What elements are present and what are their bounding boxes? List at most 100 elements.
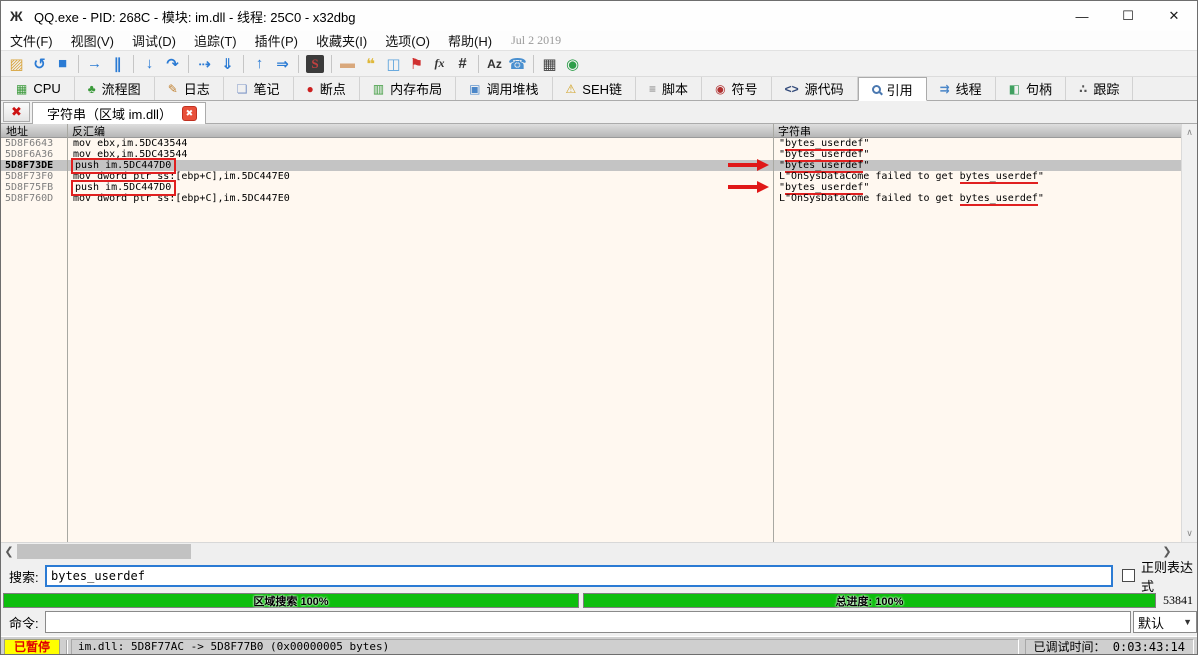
globe-icon[interactable]: ◉ xyxy=(561,53,584,75)
table-row[interactable]: 5D8F73F0 mov dword ptr ss:[ebp+C],im.5DC… xyxy=(1,171,1181,182)
graph-icon: ♣ xyxy=(88,82,96,96)
string-search-icon[interactable]: Az xyxy=(483,53,506,75)
search-label: 搜索: xyxy=(9,560,39,592)
tab-call-stack[interactable]: ▣调用堆栈 xyxy=(456,77,552,100)
scroll-down-icon[interactable]: ∨ xyxy=(1186,525,1193,542)
tab-cpu[interactable]: ▦ CPU xyxy=(3,77,75,100)
run-to-user-code-icon[interactable]: ⇒ xyxy=(271,53,294,75)
command-input[interactable] xyxy=(45,611,1131,633)
restart-icon[interactable]: ↺ xyxy=(28,53,51,75)
search-input[interactable] xyxy=(45,565,1113,587)
hash-icon[interactable]: # xyxy=(451,53,474,75)
execute-till-return-icon[interactable]: ⇓ xyxy=(216,53,239,75)
cell-address: 5D8F73F0 xyxy=(1,171,67,182)
column-header-string[interactable]: 字符串 xyxy=(773,124,1181,137)
table-row[interactable]: 5D8F75FB push im.5DC447D0 "bytes_userdef… xyxy=(1,182,1181,193)
tab-script[interactable]: ≡脚本 xyxy=(636,77,702,100)
minimize-button[interactable]: — xyxy=(1059,1,1105,31)
close-button[interactable]: ✕ xyxy=(1151,1,1197,31)
calculator-icon[interactable]: ▦ xyxy=(538,53,561,75)
memory-icon: ▥ xyxy=(373,82,384,96)
menu-favourites[interactable]: 收藏夹(I) xyxy=(307,31,376,50)
regex-label[interactable]: 正则表达式 xyxy=(1141,560,1197,592)
tab-handles[interactable]: ◧句柄 xyxy=(996,77,1066,100)
string-references-panel: 地址 反汇编 字符串 5D8F6643 mov ebx,im.5DC43544 … xyxy=(1,124,1197,542)
tab-breakpoints[interactable]: ●断点 xyxy=(294,77,360,100)
command-profile-dropdown[interactable]: 默认 ▼ xyxy=(1133,611,1197,633)
cpu-icon: ▦ xyxy=(16,82,27,96)
horizontal-scrollbar[interactable]: ❮ ❯ xyxy=(1,542,1197,560)
tab-label: 线程 xyxy=(956,79,982,98)
cell-string: L"OnSysDataCome failed to get bytes_user… xyxy=(773,193,1181,204)
column-header-disassembly[interactable]: 反汇编 xyxy=(67,124,773,137)
stop-icon[interactable]: ■ xyxy=(51,53,74,75)
command-row: 命令: 默认 ▼ xyxy=(1,609,1197,636)
tab-label: 句柄 xyxy=(1026,79,1052,98)
table-header: 地址 反汇编 字符串 xyxy=(1,124,1181,138)
column-header-address[interactable]: 地址 xyxy=(1,124,67,137)
tab-label: 日志 xyxy=(184,79,210,98)
close-all-tabs-button[interactable]: ✖ xyxy=(3,102,30,122)
menu-options[interactable]: 选项(O) xyxy=(376,31,439,50)
tab-label: SEH链 xyxy=(582,79,622,98)
comment-icon[interactable]: ❝ xyxy=(359,53,382,75)
patch-icon[interactable]: ▬ xyxy=(336,53,359,75)
step-into-icon[interactable]: ↓ xyxy=(138,53,161,75)
annotation-arrow xyxy=(728,160,769,170)
doc-tab-strings[interactable]: 字符串（区域 im.dll） ✖ xyxy=(32,102,206,124)
bug-icon: Ж xyxy=(10,8,26,24)
run-to-cursor-icon[interactable]: ⇢ xyxy=(193,53,216,75)
tab-memory-map[interactable]: ▥ 内存布局 xyxy=(360,77,456,100)
tab-references[interactable]: 引用 xyxy=(858,77,927,101)
label-icon[interactable]: ◫ xyxy=(382,53,405,75)
tab-source[interactable]: <>源代码 xyxy=(772,77,858,100)
seh-chain-icon: ⚠ xyxy=(566,82,577,96)
step-out-icon[interactable]: ↑ xyxy=(248,53,271,75)
scroll-left-icon[interactable]: ❮ xyxy=(1,543,17,560)
table-row-selected[interactable]: 5D8F73DE push im.5DC447D0 "bytes_userdef… xyxy=(1,160,1181,171)
menu-debug[interactable]: 调试(D) xyxy=(123,31,185,50)
open-file-icon[interactable]: ▨ xyxy=(5,53,28,75)
toolbar: ▨ ↺ ■ → ∥ ↓ ↷ ⇢ ⇓ ↑ ⇒ S ▬ ❝ ◫ ⚑ xyxy=(1,50,1197,77)
string-references-table[interactable]: 地址 反汇编 字符串 5D8F6643 mov ebx,im.5DC43544 … xyxy=(1,124,1181,542)
column-divider xyxy=(773,124,774,542)
menu-plugins[interactable]: 插件(P) xyxy=(246,31,307,50)
pause-icon[interactable]: ∥ xyxy=(106,53,129,75)
doc-tab-close-icon[interactable]: ✖ xyxy=(182,106,197,121)
menu-view[interactable]: 视图(V) xyxy=(62,31,123,50)
tab-label: CPU xyxy=(33,81,60,96)
scroll-up-icon[interactable]: ∧ xyxy=(1186,124,1193,141)
regex-checkbox[interactable] xyxy=(1122,569,1135,582)
threads-icon: ⇉ xyxy=(940,82,950,96)
scrollbar-thumb[interactable] xyxy=(17,544,191,559)
tab-label: 内存布局 xyxy=(390,79,442,98)
source-badge-icon[interactable]: S xyxy=(306,55,324,73)
cell-address: 5D8F75FB xyxy=(1,182,67,193)
menu-trace[interactable]: 追踪(T) xyxy=(185,31,246,50)
bookmark-icon[interactable]: ⚑ xyxy=(405,53,428,75)
vertical-scrollbar[interactable]: ∧ ∨ xyxy=(1181,124,1197,542)
tab-notes[interactable]: ❏笔记 xyxy=(224,77,294,100)
tab-log[interactable]: ✎日志 xyxy=(155,77,224,100)
menu-help[interactable]: 帮助(H) xyxy=(439,31,501,50)
maximize-button[interactable]: ☐ xyxy=(1105,1,1151,31)
title-bar: Ж QQ.exe - PID: 268C - 模块: im.dll - 线程: … xyxy=(1,1,1197,31)
tab-graph[interactable]: ♣流程图 xyxy=(75,77,155,100)
breakpoint-icon: ● xyxy=(307,82,314,96)
step-over-icon[interactable]: ↷ xyxy=(161,53,184,75)
device-icon[interactable]: ☎ xyxy=(506,53,529,75)
run-icon[interactable]: → xyxy=(83,53,106,75)
total-progressbar: 总进度: 100% xyxy=(583,593,1156,608)
tab-trace[interactable]: ∴跟踪 xyxy=(1066,77,1133,100)
annotation-box: push im.5DC447D0 xyxy=(71,180,176,196)
tab-threads[interactable]: ⇉ 线程 xyxy=(927,77,996,100)
tab-symbols[interactable]: ◉符号 xyxy=(702,77,772,100)
table-row[interactable]: 5D8F6643 mov ebx,im.5DC43544 "bytes_user… xyxy=(1,138,1181,149)
tab-seh[interactable]: ⚠ SEH链 xyxy=(553,77,637,100)
tab-label: 引用 xyxy=(887,80,913,99)
search-row: 搜索: 正则表达式 xyxy=(1,560,1197,592)
menu-file[interactable]: 文件(F) xyxy=(1,31,62,50)
function-icon[interactable]: fx xyxy=(428,53,451,75)
table-row[interactable]: 5D8F760D mov dword ptr ss:[ebp+C],im.5DC… xyxy=(1,193,1181,204)
table-row[interactable]: 5D8F6A36 mov ebx,im.5DC43544 "bytes_user… xyxy=(1,149,1181,160)
